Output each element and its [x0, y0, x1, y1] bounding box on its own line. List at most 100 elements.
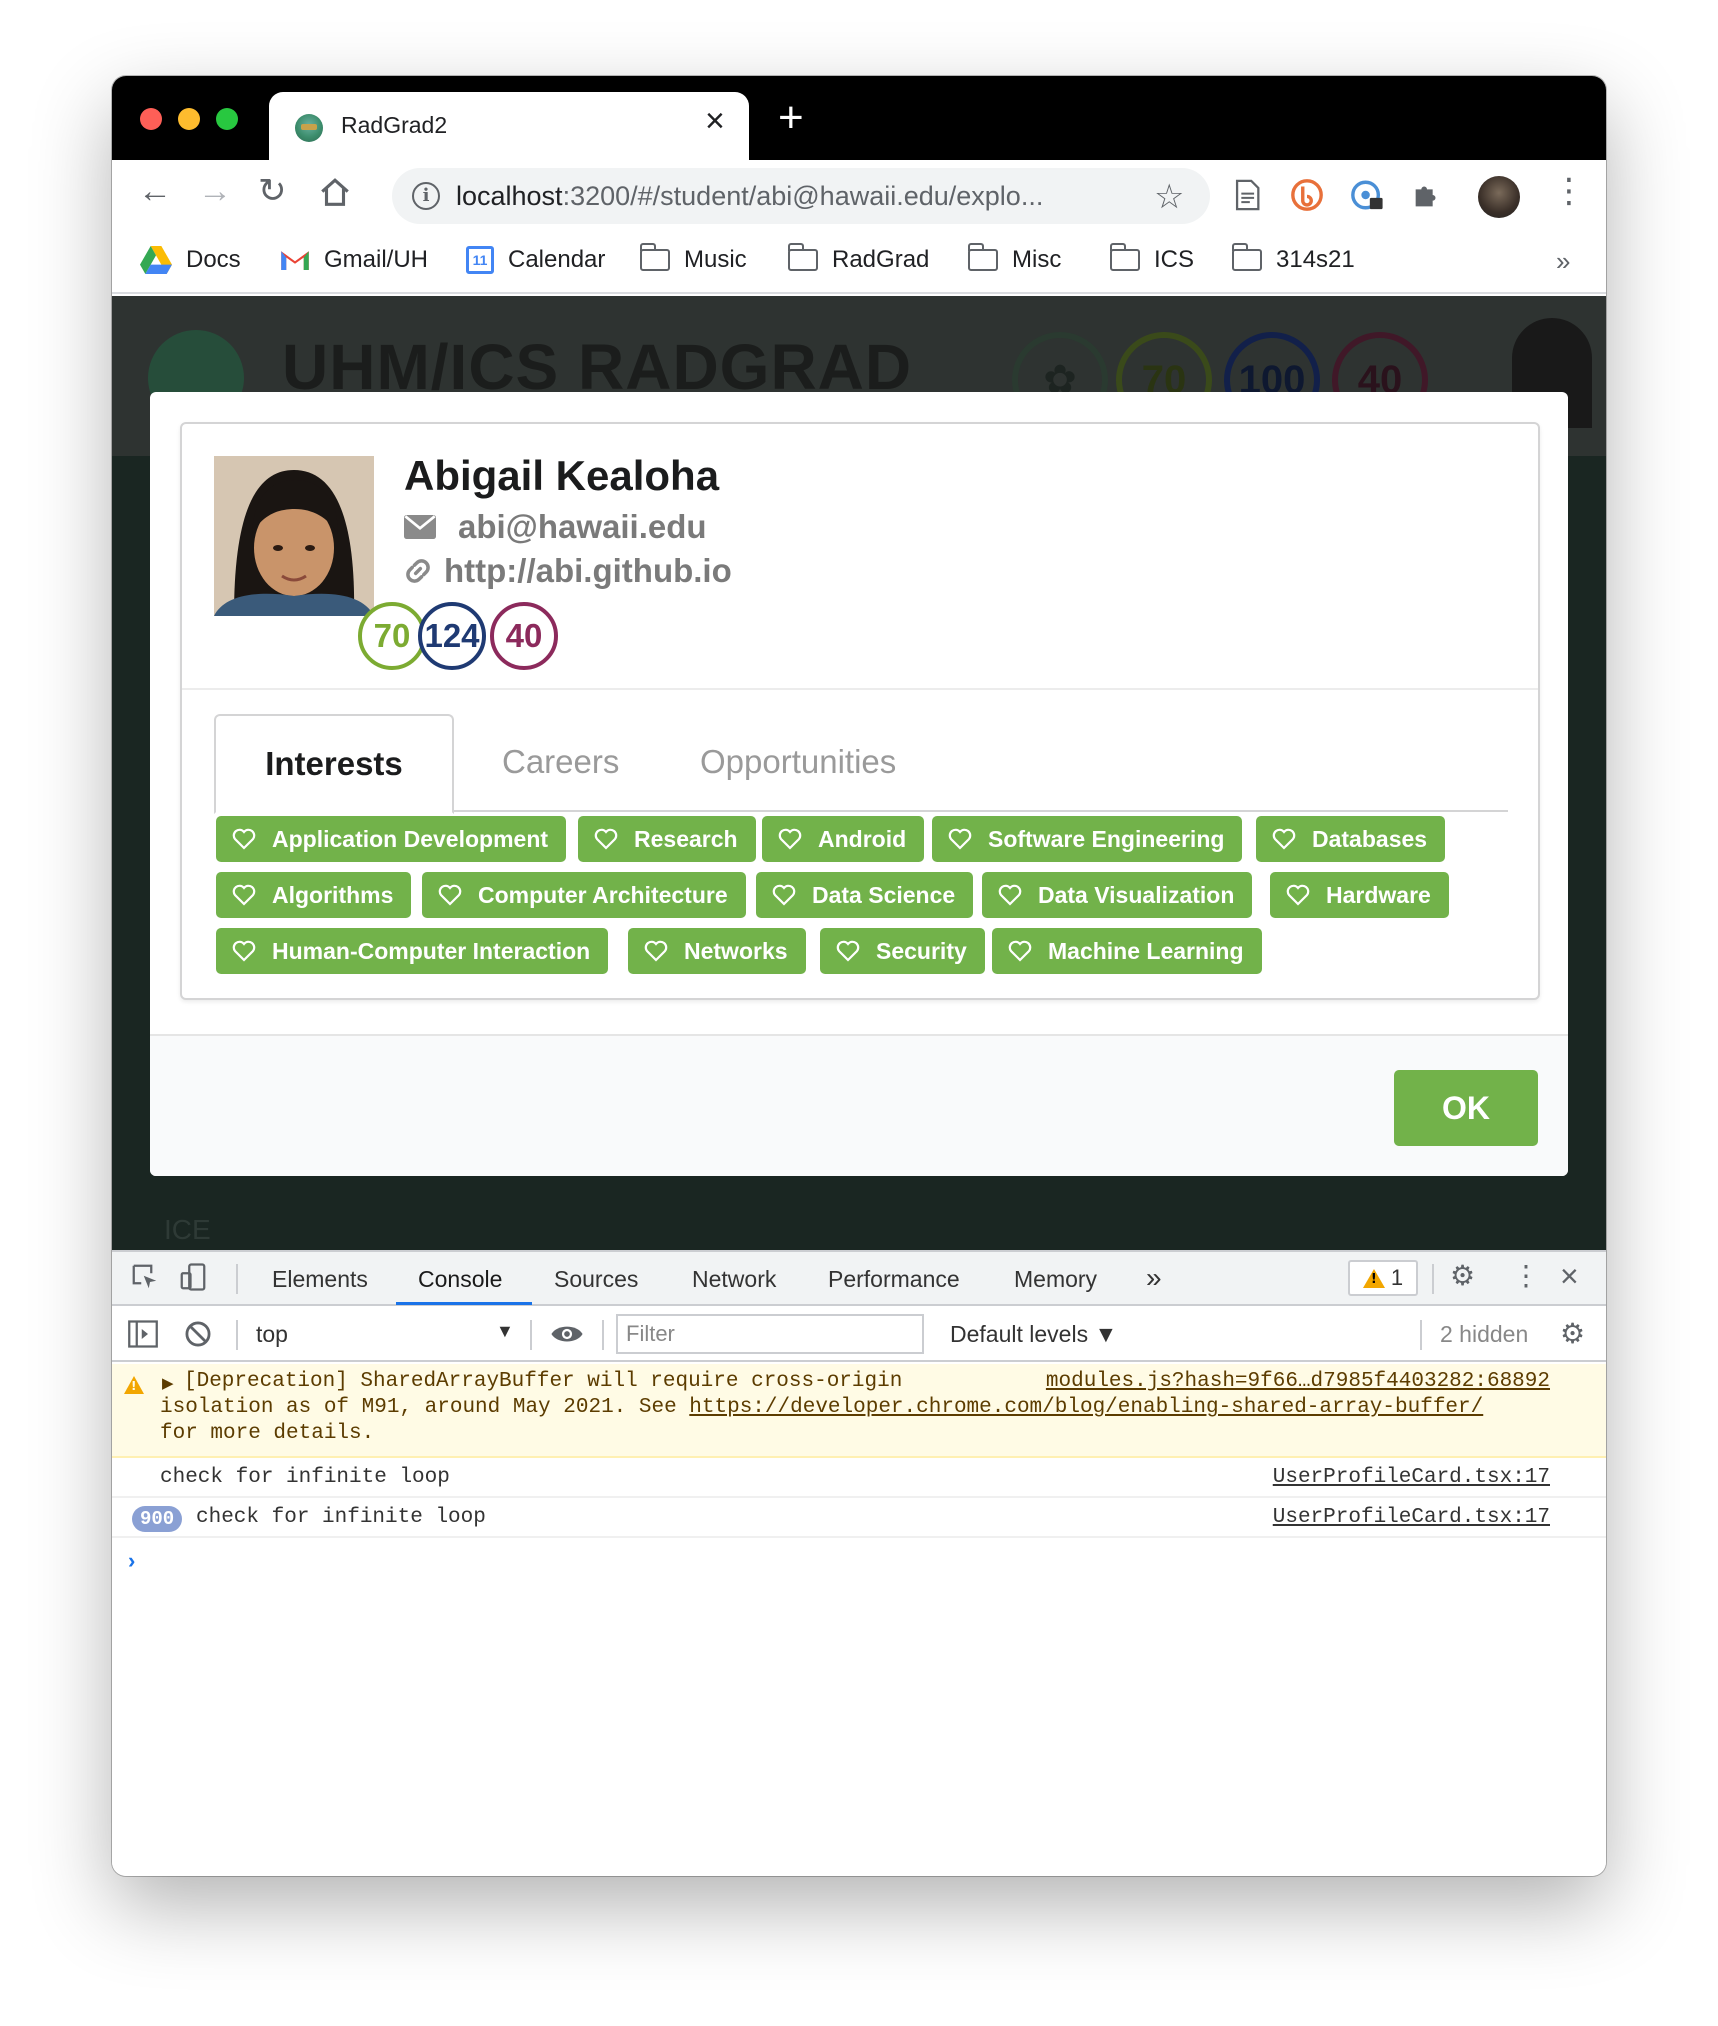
- password-extension-icon[interactable]: [1350, 178, 1384, 212]
- more-bookmarks-icon[interactable]: »: [1556, 246, 1570, 277]
- context-selector[interactable]: top: [256, 1321, 288, 1348]
- console-filter-bar: top ▼ Default levels ▼ 2 hidden ⚙: [112, 1308, 1606, 1362]
- interest-chip[interactable]: Security: [820, 928, 985, 974]
- interest-chip[interactable]: Human-Computer Interaction: [216, 928, 609, 974]
- heart-icon: [644, 940, 668, 962]
- browser-tab[interactable]: RadGrad2 ×: [269, 92, 749, 160]
- settings-gear-icon[interactable]: ⚙: [1450, 1262, 1475, 1290]
- interest-chip[interactable]: Networks: [628, 928, 806, 974]
- warnings-badge[interactable]: 1: [1348, 1260, 1418, 1296]
- forward-icon[interactable]: →: [198, 174, 232, 208]
- extensions-puzzle-icon[interactable]: [1410, 178, 1444, 212]
- profile-avatar[interactable]: [1478, 176, 1520, 218]
- folder-icon: [1231, 243, 1262, 271]
- envelope-icon: [404, 515, 436, 539]
- close-window-button[interactable]: [140, 108, 162, 130]
- heart-icon: [594, 828, 618, 850]
- bookmark-ics[interactable]: ICS: [1109, 243, 1194, 274]
- warning-source-link[interactable]: modules.js?hash=9f66…d7985f4403282:68892: [1046, 1370, 1550, 1393]
- bookmark-radgrad[interactable]: RadGrad: [787, 243, 929, 274]
- devtools-tab-memory[interactable]: Memory: [1014, 1266, 1097, 1293]
- interest-chip[interactable]: Data Visualization: [982, 872, 1253, 918]
- bookmark-gmail[interactable]: Gmail/UH: [280, 246, 428, 274]
- new-tab-button[interactable]: +: [778, 96, 804, 140]
- inspect-element-icon[interactable]: [130, 1262, 160, 1297]
- site-info-icon[interactable]: i: [412, 182, 440, 210]
- zoom-window-button[interactable]: [216, 108, 238, 130]
- console-log-message: check for infinite loop UserProfileCard.…: [112, 1460, 1606, 1498]
- console-warning-message[interactable]: ▶ [Deprecation] SharedArrayBuffer will r…: [112, 1364, 1606, 1458]
- expand-triangle-icon[interactable]: ▶: [162, 1374, 174, 1392]
- bookmark-calendar[interactable]: 11 Calendar: [466, 246, 605, 274]
- interest-chip[interactable]: Application Development: [216, 816, 567, 862]
- log-source-link[interactable]: UserProfileCard.tsx:17: [1273, 1466, 1550, 1489]
- heart-icon: [232, 940, 256, 962]
- devtools-tab-console[interactable]: Console: [418, 1266, 502, 1293]
- devtools-separator: [236, 1264, 238, 1294]
- back-icon[interactable]: ←: [138, 174, 172, 208]
- bookmark-star-icon[interactable]: ☆: [1154, 177, 1184, 217]
- interest-chip[interactable]: Machine Learning: [992, 928, 1262, 974]
- devtools-separator: [602, 1320, 604, 1350]
- browser-menu-icon[interactable]: ⋮: [1552, 174, 1586, 208]
- address-bar[interactable]: i localhost:3200/#/student/abi@hawaii.ed…: [392, 168, 1210, 224]
- log-levels-dropdown[interactable]: Default levels ▼: [950, 1321, 1117, 1348]
- card-divider: [182, 688, 1538, 690]
- active-tab-indicator: [396, 1302, 532, 1305]
- console-prompt-icon[interactable]: ›: [128, 1548, 135, 1574]
- ok-button[interactable]: OK: [1394, 1070, 1538, 1146]
- interest-chip[interactable]: Research: [578, 816, 756, 862]
- bookmark-music[interactable]: Music: [639, 243, 747, 274]
- devtools-separator: [1420, 1320, 1422, 1350]
- folder-icon: [1109, 243, 1140, 271]
- device-toolbar-icon[interactable]: [178, 1262, 208, 1297]
- reload-icon[interactable]: ↻: [258, 174, 287, 208]
- minimize-window-button[interactable]: [178, 108, 200, 130]
- tab-opportunities[interactable]: Opportunities: [700, 714, 896, 812]
- interest-chip[interactable]: Software Engineering: [932, 816, 1243, 862]
- context-dropdown-icon[interactable]: ▼: [496, 1321, 514, 1342]
- document-extension-icon[interactable]: [1230, 178, 1264, 212]
- devtools-tab-elements[interactable]: Elements: [272, 1266, 368, 1293]
- more-tabs-icon[interactable]: »: [1146, 1262, 1162, 1294]
- close-devtools-icon[interactable]: ×: [1560, 1260, 1579, 1292]
- tab-close-icon[interactable]: ×: [705, 104, 725, 138]
- devtools-tab-sources[interactable]: Sources: [554, 1266, 638, 1293]
- devtools-separator: [530, 1320, 532, 1350]
- interest-chip[interactable]: Android: [762, 816, 925, 862]
- heart-icon: [1286, 884, 1310, 906]
- console-filter-input[interactable]: [616, 1314, 924, 1354]
- url-text: localhost:3200/#/student/abi@hawaii.edu/…: [456, 181, 1044, 211]
- deprecation-info-link[interactable]: https://developer.chrome.com/blog/enabli…: [689, 1396, 1483, 1419]
- bookmark-misc[interactable]: Misc: [967, 243, 1061, 274]
- devtools-panel: Elements Console Sources Network Perform…: [112, 1250, 1606, 1876]
- console-settings-gear-icon[interactable]: ⚙: [1560, 1320, 1585, 1348]
- interest-chip[interactable]: Computer Architecture: [422, 872, 746, 918]
- interest-chip[interactable]: Data Science: [756, 872, 974, 918]
- folder-icon: [967, 243, 998, 271]
- devtools-menu-icon[interactable]: ⋮: [1512, 1262, 1540, 1290]
- profile-email[interactable]: abi@hawaii.edu: [404, 508, 707, 546]
- devtools-tab-performance[interactable]: Performance: [828, 1266, 960, 1293]
- bookmark-docs[interactable]: Docs: [140, 246, 241, 274]
- bookmarks-bar: Docs Gmail/UH 11 Calendar Music RadGrad …: [112, 232, 1606, 294]
- brave-extension-icon[interactable]: [1290, 178, 1324, 212]
- bookmark-314s21[interactable]: 314s21: [1231, 243, 1355, 274]
- clear-console-icon[interactable]: [184, 1320, 212, 1353]
- repeat-count-badge: 900: [132, 1506, 183, 1532]
- console-sidebar-icon[interactable]: [128, 1320, 158, 1353]
- heart-icon: [232, 884, 256, 906]
- interest-chip[interactable]: Hardware: [1270, 872, 1449, 918]
- interest-chip[interactable]: Algorithms: [216, 872, 412, 918]
- tab-interests[interactable]: Interests: [214, 714, 454, 814]
- tab-careers[interactable]: Careers: [502, 714, 619, 812]
- tab-strip: RadGrad2 × +: [112, 76, 1606, 160]
- profile-tabs: Interests Careers Opportunities: [214, 714, 1508, 814]
- devtools-tab-network[interactable]: Network: [692, 1266, 776, 1293]
- heart-icon: [948, 828, 972, 850]
- profile-website-link[interactable]: http://abi.github.io: [404, 552, 732, 590]
- live-expression-eye-icon[interactable]: [550, 1320, 584, 1353]
- interest-chip[interactable]: Databases: [1256, 816, 1446, 862]
- home-icon[interactable]: [318, 176, 352, 216]
- log-source-link[interactable]: UserProfileCard.tsx:17: [1273, 1506, 1550, 1529]
